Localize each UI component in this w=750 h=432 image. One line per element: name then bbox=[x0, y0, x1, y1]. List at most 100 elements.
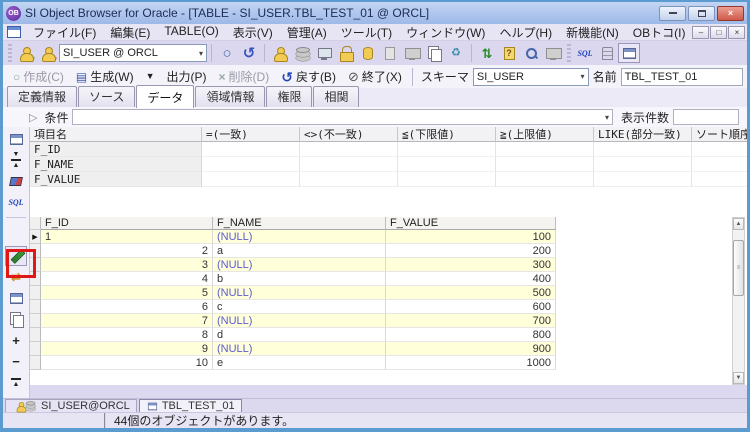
menu-item-6[interactable]: ウィンドウ(W) bbox=[399, 23, 492, 42]
mdi-child-icon[interactable] bbox=[7, 26, 21, 38]
cell-f-value[interactable]: 900 bbox=[386, 342, 556, 356]
sql-view-button[interactable]: SQL bbox=[5, 192, 27, 212]
condition-input[interactable]: ▾ bbox=[72, 109, 613, 125]
menu-item-5[interactable]: ツール(T) bbox=[334, 23, 399, 42]
script-button[interactable] bbox=[596, 43, 618, 63]
cell-f-id[interactable]: 9 bbox=[41, 342, 213, 356]
cell-f-id[interactable]: 1 bbox=[41, 230, 213, 244]
cell-f-name[interactable]: (NULL) bbox=[213, 314, 386, 328]
filter-input-cell[interactable] bbox=[202, 142, 300, 157]
new-object-button[interactable]: ○ bbox=[216, 43, 238, 63]
mdi-minimize-button[interactable]: – bbox=[692, 25, 710, 39]
vertical-scrollbar[interactable]: ▲ ≡ ▼ bbox=[732, 217, 745, 385]
table-row[interactable]: 4 b 400 bbox=[30, 272, 556, 286]
table-row[interactable]: 2 a 200 bbox=[30, 244, 556, 258]
cell-f-value[interactable]: 100 bbox=[386, 230, 556, 244]
recycle-bin-button[interactable]: ♻ bbox=[445, 43, 467, 63]
filter-column-header[interactable]: <>(不一致) bbox=[300, 127, 398, 142]
row-indicator[interactable] bbox=[30, 286, 41, 300]
tab-kengen[interactable]: 権限 bbox=[266, 86, 313, 107]
cell-f-name[interactable]: c bbox=[213, 300, 386, 314]
security-button[interactable] bbox=[335, 43, 357, 63]
cell-f-value[interactable]: 600 bbox=[386, 300, 556, 314]
filter-input-cell[interactable] bbox=[496, 157, 594, 172]
grid-mode-button[interactable] bbox=[5, 129, 27, 149]
cell-f-id[interactable]: 3 bbox=[41, 258, 213, 272]
current-row-indicator[interactable]: ▶ bbox=[30, 230, 41, 244]
tab-data[interactable]: データ bbox=[136, 85, 195, 108]
cell-f-name[interactable]: e bbox=[213, 356, 386, 370]
output-button[interactable]: 出力(P) bbox=[161, 67, 213, 86]
column-header-f-id[interactable]: F_ID bbox=[41, 217, 213, 230]
row-indicator[interactable] bbox=[30, 258, 41, 272]
cell-f-id[interactable]: 8 bbox=[41, 328, 213, 342]
row-indicator[interactable] bbox=[30, 356, 41, 370]
cell-f-name[interactable]: b bbox=[213, 272, 386, 286]
row-indicator[interactable] bbox=[30, 244, 41, 258]
row-indicator[interactable] bbox=[30, 272, 41, 286]
filter-input-cell[interactable] bbox=[594, 172, 692, 187]
cell-f-name[interactable]: (NULL) bbox=[213, 258, 386, 272]
create-button[interactable]: ○ 作成(C) bbox=[7, 67, 70, 86]
filter-column-header[interactable]: ソート順序 bbox=[692, 127, 747, 142]
cell-f-value[interactable]: 500 bbox=[386, 286, 556, 300]
row-count-input[interactable] bbox=[673, 109, 739, 125]
filter-input-cell[interactable] bbox=[496, 142, 594, 157]
cell-f-name[interactable]: d bbox=[213, 328, 386, 342]
menu-item-4[interactable]: 管理(A) bbox=[280, 23, 334, 42]
export-grid-button[interactable] bbox=[5, 288, 27, 308]
step-up-button[interactable]: ▲ bbox=[5, 393, 27, 398]
export-screen-button[interactable] bbox=[542, 43, 564, 63]
monitor-button[interactable] bbox=[401, 43, 423, 63]
menu-item-1[interactable]: 編集(E) bbox=[103, 23, 157, 42]
cell-f-value[interactable]: 1000 bbox=[386, 356, 556, 370]
filter-input-cell[interactable] bbox=[692, 172, 747, 187]
table-row[interactable]: 10 e 1000 bbox=[30, 356, 556, 370]
menu-item-9[interactable]: OBトコ(I) bbox=[626, 23, 693, 42]
tab-teigijoho[interactable]: 定義情報 bbox=[7, 86, 78, 107]
cell-f-value[interactable]: 300 bbox=[386, 258, 556, 272]
file-button[interactable] bbox=[379, 43, 401, 63]
menu-item-7[interactable]: ヘルプ(H) bbox=[492, 23, 559, 42]
copy-rows-button[interactable] bbox=[5, 309, 27, 329]
row-indicator[interactable] bbox=[30, 314, 41, 328]
filter-input-cell[interactable] bbox=[300, 157, 398, 172]
filter-input-cell[interactable] bbox=[300, 142, 398, 157]
session-tab-connection[interactable]: SI_USER@ORCL bbox=[5, 399, 137, 412]
cell-f-id[interactable]: 4 bbox=[41, 272, 213, 286]
filter-input-cell[interactable] bbox=[398, 172, 496, 187]
cell-f-name[interactable]: (NULL) bbox=[213, 342, 386, 356]
sql-executor-button[interactable]: SQL bbox=[574, 43, 596, 63]
generate-dropdown-button[interactable]: ▼ bbox=[140, 71, 161, 82]
filter-column-header[interactable]: ≦(下限値) bbox=[398, 127, 496, 142]
quit-button[interactable]: ⊘ 終了(X) bbox=[342, 67, 408, 86]
cell-f-value[interactable]: 700 bbox=[386, 314, 556, 328]
generate-button[interactable]: ▤ 生成(W) bbox=[70, 67, 140, 86]
filter-column-header[interactable]: 項目名 bbox=[30, 127, 202, 142]
clear-condition-button[interactable] bbox=[5, 171, 27, 191]
rollback-button[interactable] bbox=[357, 43, 379, 63]
column-header-f-name[interactable]: F_NAME bbox=[213, 217, 386, 230]
filter-input-cell[interactable] bbox=[496, 172, 594, 187]
mdi-restore-button[interactable]: □ bbox=[710, 25, 728, 39]
table-row[interactable]: 9 (NULL) 900 bbox=[30, 342, 556, 356]
cell-f-id[interactable]: 6 bbox=[41, 300, 213, 314]
minimize-button[interactable] bbox=[659, 5, 686, 21]
filter-input-cell[interactable] bbox=[202, 157, 300, 172]
column-header-f-value[interactable]: F_VALUE bbox=[386, 217, 556, 230]
row-indicator[interactable] bbox=[30, 300, 41, 314]
sql-help-button[interactable]: ? bbox=[498, 43, 520, 63]
table-row[interactable]: 6 c 600 bbox=[30, 300, 556, 314]
cell-f-name[interactable]: (NULL) bbox=[213, 286, 386, 300]
filter-input-cell[interactable] bbox=[692, 157, 747, 172]
grid-view-button[interactable] bbox=[618, 43, 640, 63]
filter-column-header[interactable]: ≧(上限値) bbox=[496, 127, 594, 142]
filter-input-cell[interactable] bbox=[398, 157, 496, 172]
tab-ryoikijoho[interactable]: 領域情報 bbox=[195, 86, 266, 107]
filter-column-header[interactable]: =(一致) bbox=[202, 127, 300, 142]
tab-sokan[interactable]: 相関 bbox=[313, 86, 360, 107]
table-row[interactable]: 3 (NULL) 300 bbox=[30, 258, 556, 272]
session-button[interactable] bbox=[313, 43, 335, 63]
edit-mode-button[interactable] bbox=[5, 246, 27, 266]
refresh-db-button[interactable]: ⇅ bbox=[476, 43, 498, 63]
